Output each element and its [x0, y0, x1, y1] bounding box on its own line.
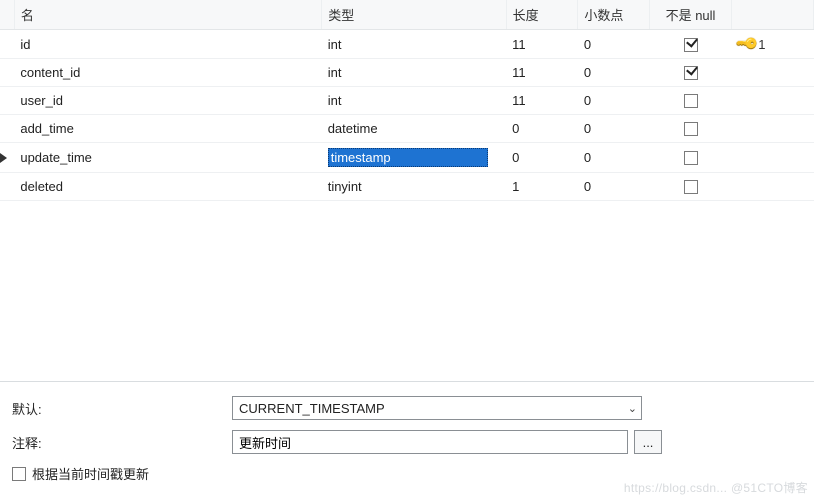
chevron-down-icon: ⌄: [628, 402, 637, 415]
cell-decimals[interactable]: 0: [578, 115, 650, 143]
cell-length[interactable]: 0: [506, 115, 578, 143]
columns-table[interactable]: 名 类型 长度 小数点 不是 null idint110🔑1content_id…: [0, 0, 814, 201]
default-value: CURRENT_TIMESTAMP: [239, 401, 385, 416]
table-row[interactable]: deletedtinyint10: [0, 173, 814, 201]
not-null-checkbox[interactable]: [684, 38, 698, 52]
cell-not-null[interactable]: [650, 115, 732, 143]
cell-name[interactable]: add_time: [14, 115, 321, 143]
cell-not-null[interactable]: [650, 143, 732, 173]
selected-type-cell[interactable]: timestamp: [328, 148, 488, 167]
cell-decimals[interactable]: 0: [578, 173, 650, 201]
cell-not-null[interactable]: [650, 173, 732, 201]
comment-label: 注释:: [12, 433, 232, 452]
not-null-checkbox[interactable]: [684, 94, 698, 108]
cell-name[interactable]: deleted: [14, 173, 321, 201]
not-null-checkbox[interactable]: [684, 180, 698, 194]
cell-primary-key[interactable]: [732, 173, 814, 201]
row-marker: [0, 115, 14, 143]
table-row[interactable]: add_timedatetime00: [0, 115, 814, 143]
cell-name[interactable]: user_id: [14, 87, 321, 115]
row-marker: [0, 143, 14, 173]
row-marker: [0, 173, 14, 201]
table-header-row: 名 类型 长度 小数点 不是 null: [0, 0, 814, 30]
key-icon: 🔑: [734, 31, 760, 57]
table-row[interactable]: idint110 🔑1: [0, 30, 814, 59]
cell-primary-key[interactable]: 🔑1: [732, 30, 814, 59]
on-update-label: 根据当前时间戳更新: [32, 464, 149, 483]
table-row[interactable]: update_time timestamp 00: [0, 143, 814, 173]
cell-type[interactable]: tinyint: [322, 173, 506, 201]
on-update-checkbox[interactable]: [12, 467, 26, 481]
header-key: [732, 0, 814, 30]
default-label: 默认:: [12, 399, 232, 418]
cell-primary-key[interactable]: [732, 115, 814, 143]
header-not-null[interactable]: 不是 null: [650, 0, 732, 30]
cell-length[interactable]: 0: [506, 143, 578, 173]
table-row[interactable]: user_idint110: [0, 87, 814, 115]
header-marker: [0, 0, 14, 30]
cell-not-null[interactable]: [650, 87, 732, 115]
cell-name[interactable]: id: [14, 30, 321, 59]
cell-length[interactable]: 11: [506, 87, 578, 115]
cell-decimals[interactable]: 0: [578, 87, 650, 115]
cell-not-null[interactable]: [650, 30, 732, 59]
header-name[interactable]: 名: [14, 0, 321, 30]
cell-name[interactable]: update_time: [14, 143, 321, 173]
cell-length[interactable]: 1: [506, 173, 578, 201]
cell-length[interactable]: 11: [506, 30, 578, 59]
row-marker: [0, 87, 14, 115]
cell-type[interactable]: int: [322, 59, 506, 87]
cell-type[interactable]: timestamp: [322, 143, 506, 173]
row-marker: [0, 59, 14, 87]
comment-more-button[interactable]: ...: [634, 430, 662, 454]
cell-type[interactable]: int: [322, 87, 506, 115]
field-properties: 默认: CURRENT_TIMESTAMP ⌄ 注释: ... 根据当前时间戳更…: [0, 382, 814, 489]
not-null-checkbox[interactable]: [684, 151, 698, 165]
header-length[interactable]: 长度: [506, 0, 578, 30]
comment-input[interactable]: [232, 430, 628, 454]
cell-not-null[interactable]: [650, 59, 732, 87]
not-null-checkbox[interactable]: [684, 66, 698, 80]
header-decimals[interactable]: 小数点: [578, 0, 650, 30]
cell-name[interactable]: content_id: [14, 59, 321, 87]
cell-primary-key[interactable]: [732, 59, 814, 87]
table-row[interactable]: content_idint110: [0, 59, 814, 87]
cell-length[interactable]: 11: [506, 59, 578, 87]
cell-primary-key[interactable]: [732, 143, 814, 173]
not-null-checkbox[interactable]: [684, 122, 698, 136]
row-marker: [0, 30, 14, 59]
cell-decimals[interactable]: 0: [578, 143, 650, 173]
header-type[interactable]: 类型: [322, 0, 506, 30]
cell-type[interactable]: datetime: [322, 115, 506, 143]
cell-decimals[interactable]: 0: [578, 59, 650, 87]
cell-primary-key[interactable]: [732, 87, 814, 115]
default-select[interactable]: CURRENT_TIMESTAMP ⌄: [232, 396, 642, 420]
cell-decimals[interactable]: 0: [578, 30, 650, 59]
current-row-icon: [0, 153, 7, 163]
cell-type[interactable]: int: [322, 30, 506, 59]
